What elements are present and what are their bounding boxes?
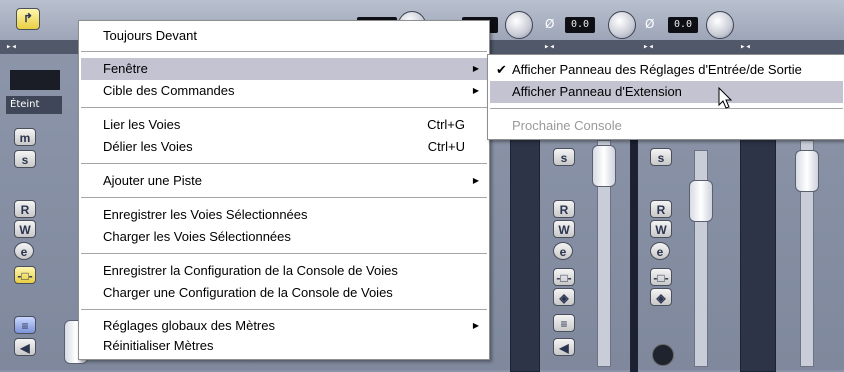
edit-channel-button-3[interactable]: e [650,242,670,260]
expand-arrows-icon: ▸◂ [6,42,17,52]
channel-color-icon[interactable] [652,344,674,366]
phase-icon[interactable]: Ø [545,17,554,31]
menu-item-command-target[interactable]: Cible des Commandes ▶ [81,80,487,102]
menu-item-label: Ajouter une Piste [103,173,203,188]
channel-fader-2[interactable] [592,145,616,187]
read-automation-button[interactable]: R [14,200,36,218]
menu-item-label: Afficher Panneau des Réglages d'Entrée/d… [512,62,802,77]
menu-separator [81,51,487,53]
mouse-cursor-icon [718,87,733,109]
menu-item-label: Toujours Devant [103,28,197,43]
menu-item-load-mixer-config[interactable]: Charger une Configuration de la Console … [81,282,487,304]
menu-item-always-on-top[interactable]: Toujours Devant [81,25,487,47]
write-automation-button-2[interactable]: W [553,220,575,238]
menu-item-label: Réglages globaux des Mètres [103,318,275,333]
menu-item-save-selected-channels[interactable]: Enregistrer les Voies Sélectionnées [81,204,487,226]
insert-bypass-button-3[interactable]: -□- [650,268,672,286]
gain-knob-1[interactable] [608,11,636,39]
strip-divider [630,110,638,372]
solo-button-3[interactable]: s [650,148,672,166]
menu-item-link-channels[interactable]: Lier les Voies Ctrl+G [81,114,487,136]
channel-name-slot [10,70,60,90]
gain-knob-0[interactable] [505,11,533,39]
mixer-options-button[interactable]: ↱ [16,8,40,30]
write-automation-button[interactable]: W [14,220,36,238]
menu-item-global-meter-settings[interactable]: Réglages globaux des Mètres ▶ [81,315,487,337]
checkmark-icon: ✔ [496,62,507,77]
send-bypass-button-2[interactable]: ◈ [553,288,575,306]
menu-item-label: Enregistrer les Voies Sélectionnées [103,207,308,222]
menu-item-add-track[interactable]: Ajouter une Piste ▶ [81,170,487,192]
read-automation-button-3[interactable]: R [650,200,672,218]
submenu-item-show-extension-panel[interactable]: Afficher Panneau d'Extension [490,81,843,103]
solo-button-2[interactable]: s [553,148,575,166]
window-submenu: ✔ Afficher Panneau des Réglages d'Entrée… [487,54,844,140]
gain-readout-2[interactable]: 0.0 [668,17,698,33]
menu-item-load-selected-channels[interactable]: Charger les Voies Sélectionnées [81,226,487,248]
menu-separator [81,253,487,255]
channel-off-label: Éteint [6,96,62,114]
menu-separator [81,197,487,199]
edit-channel-button[interactable]: e [14,242,34,260]
menu-separator [81,309,487,311]
menu-item-label: Réinitialiser Mètres [103,338,214,353]
solo-button[interactable]: s [14,150,36,168]
submenu-arrow-icon: ▶ [472,321,479,330]
channel-fader-4[interactable] [795,150,819,192]
menu-item-label: Fenêtre [103,61,148,76]
menu-shortcut: Ctrl+U [427,139,465,154]
insert-bypass-button-2[interactable]: -□- [553,268,575,286]
edit-channel-button-2[interactable]: e [553,242,573,260]
monitor-button[interactable]: ≡ [14,316,36,334]
insert-bypass-button[interactable]: -□- [14,266,36,284]
menu-shortcut: Ctrl+G [427,117,465,132]
menu-item-reset-meters[interactable]: Réinitialiser Mètres [81,335,487,357]
menu-item-save-mixer-config[interactable]: Enregistrer la Configuration de la Conso… [81,260,487,282]
phase-icon-2[interactable]: Ø [645,17,654,31]
expand-arrows-icon-2: ▸◂ [544,42,555,52]
level-meter-3 [740,110,776,372]
submenu-item-show-io-panel[interactable]: ✔ Afficher Panneau des Réglages d'Entrée… [490,59,843,81]
menu-item-unlink-channels[interactable]: Délier les Voies Ctrl+U [81,136,487,158]
submenu-arrow-icon: ▶ [472,64,479,73]
read-automation-button-2[interactable]: R [553,200,575,218]
level-meter-2 [510,120,540,372]
menu-separator [490,108,843,110]
menu-item-window[interactable]: Fenêtre ▶ [81,58,487,80]
menu-item-label: Délier les Voies [103,139,193,154]
channel-fader-3[interactable] [689,180,713,222]
gain-readout-1[interactable]: 0.0 [565,17,595,33]
menu-item-label: Lier les Voies [103,117,181,132]
menu-separator [81,107,487,109]
menu-item-label: Afficher Panneau d'Extension [512,84,682,99]
menu-item-label: Charger une Configuration de la Console … [103,285,393,300]
write-automation-button-3[interactable]: W [650,220,672,238]
monitor-button-2[interactable]: ≡ [553,314,575,332]
submenu-item-next-console: Prochaine Console [490,115,843,137]
menu-item-label: Enregistrer la Configuration de la Conso… [103,263,398,278]
submenu-arrow-icon: ▶ [472,176,479,185]
send-bypass-button-3[interactable]: ◈ [650,288,672,306]
submenu-arrow-icon: ▶ [472,86,479,95]
expand-arrows-icon-3: ▸◂ [643,42,654,52]
listen-button[interactable]: ◀ [14,338,36,356]
mute-button[interactable]: m [14,128,36,146]
menu-item-label: Prochaine Console [512,118,622,133]
menu-separator [81,163,487,165]
menu-item-label: Charger les Voies Sélectionnées [103,229,291,244]
listen-button-2[interactable]: ◀ [553,338,575,356]
menu-item-label: Cible des Commandes [103,83,235,98]
gain-knob-2[interactable] [706,11,734,39]
context-menu: Toujours Devant Fenêtre ▶ Cible des Comm… [78,20,490,360]
expand-arrows-icon-4: ▸◂ [740,42,751,52]
